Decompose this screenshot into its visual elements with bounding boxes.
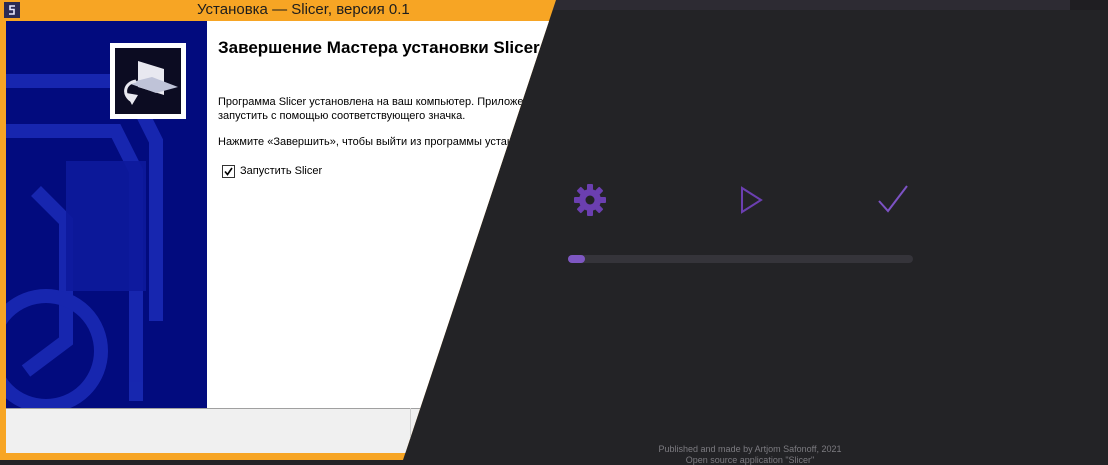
window-title: Установка — Slicer, версия 0.1 [197,1,410,18]
app-top-corner [1070,0,1108,10]
install-complete-text-2: запустить с помощью соответствующего зна… [218,110,466,122]
wizard-sidebar-image [6,21,207,408]
play-icon [736,185,766,215]
launch-checkbox[interactable] [222,165,235,178]
footer-credits: Published and made by Artjom Safonoff, 2… [658,444,842,454]
progress-bar [568,255,913,263]
footer-license: Open source application "Slicer" [685,455,815,465]
slicer-app-icon [4,2,20,18]
finish-instruction-text: Нажмите «Завершить», чтобы выйти из прог… [218,136,539,148]
launch-checkbox-label[interactable]: Запустить Slicer [240,165,322,177]
gear-icon [572,182,608,218]
wizard-heading: Завершение Мастера установки Slicer [218,38,540,57]
checkmark-icon [876,183,910,217]
check-icon [224,167,233,176]
progress-fill [568,255,586,263]
